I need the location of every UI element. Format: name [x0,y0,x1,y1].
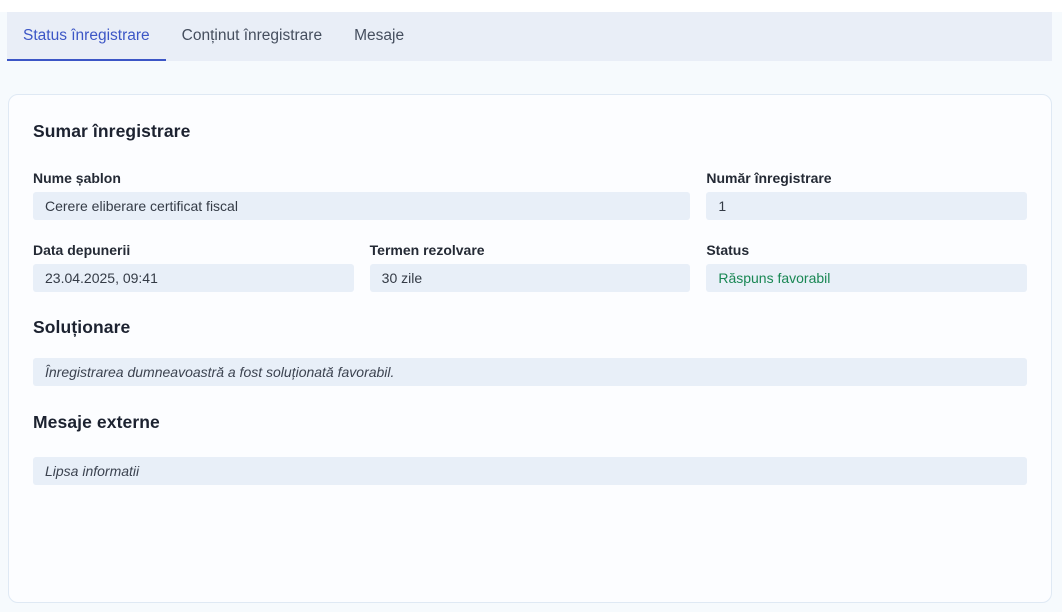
external-messages-text: Lipsa informatii [33,457,1027,485]
status-label: Status [706,242,1027,259]
template-name-value: Cerere eliberare certificat fiscal [33,192,690,220]
tab-status-inregistrare[interactable]: Status înregistrare [7,12,166,61]
external-messages-title: Mesaje externe [33,412,1027,433]
resolution-title: Soluționare [33,317,1027,338]
field-resolution-term: Termen rezolvare 30 zile [370,242,691,292]
field-status: Status Răspuns favorabil [706,242,1027,292]
submission-date-label: Data depunerii [33,242,354,259]
tab-continut-inregistrare[interactable]: Conținut înregistrare [166,12,338,61]
top-white-strip [0,0,1062,12]
registration-number-value: 1 [706,192,1027,220]
status-value: Răspuns favorabil [706,264,1027,292]
registration-number-label: Număr înregistrare [706,170,1027,187]
submission-date-value: 23.04.2025, 09:41 [33,264,354,292]
resolution-term-label: Termen rezolvare [370,242,691,259]
tab-mesaje[interactable]: Mesaje [338,12,420,61]
summary-fields-grid: Nume șablon Cerere eliberare certificat … [33,170,1027,292]
summary-title: Sumar înregistrare [33,121,1027,142]
resolution-term-value: 30 zile [370,264,691,292]
registration-status-card: Sumar înregistrare Nume șablon Cerere el… [8,94,1052,603]
field-registration-number: Număr înregistrare 1 [706,170,1027,220]
field-submission-date: Data depunerii 23.04.2025, 09:41 [33,242,354,292]
tab-bar: Status înregistrare Conținut înregistrar… [7,12,1052,61]
field-template-name: Nume șablon Cerere eliberare certificat … [33,170,690,220]
resolution-message: Înregistrarea dumneavoastră a fost soluț… [33,358,1027,386]
template-name-label: Nume șablon [33,170,690,187]
